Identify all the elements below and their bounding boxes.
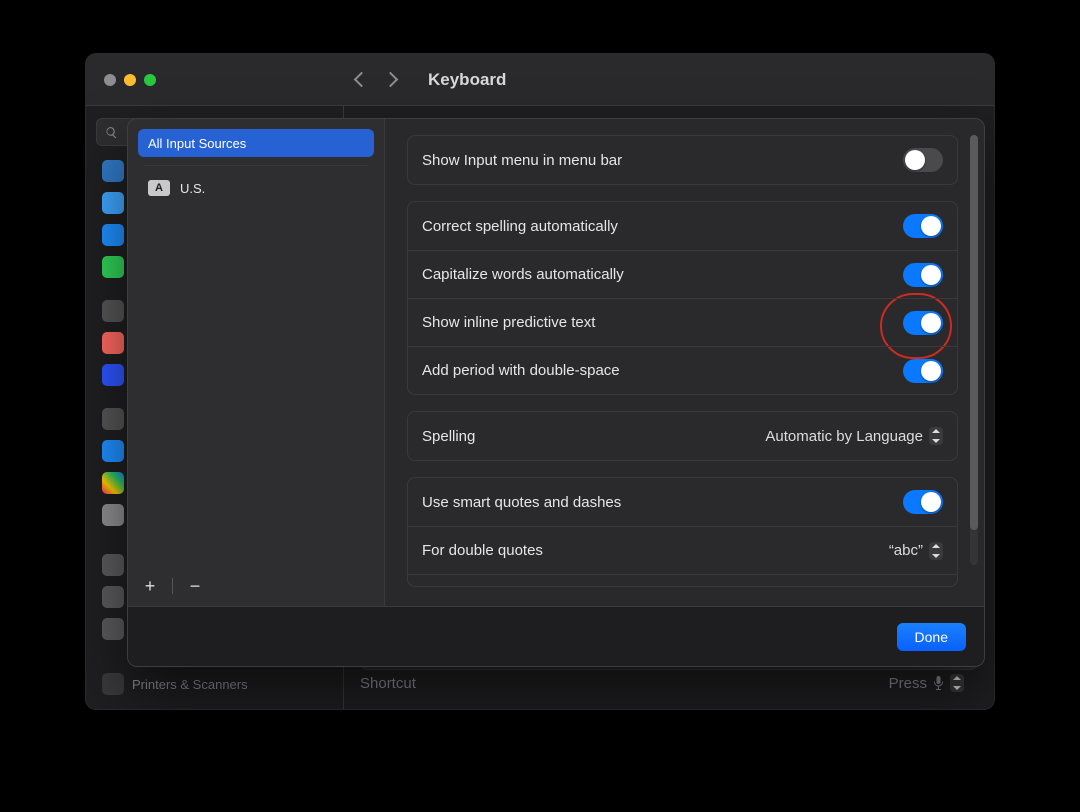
sidebar-icon [102,504,124,526]
sidebar-icon [102,554,124,576]
row-label: Add period with double-space [422,362,620,379]
sidebar-icon [102,192,124,214]
sidebar-item-label: Printers & Scanners [132,677,248,692]
microphone-icon [933,676,944,690]
source-add-remove: + − [138,574,207,598]
stepper-icon [929,427,943,445]
titlebar: Keyboard [86,54,994,106]
settings-group: Show Input menu in menu bar [407,135,958,185]
source-all[interactable]: All Input Sources [138,129,374,157]
page-title: Keyboard [428,70,506,90]
sidebar-icon [102,332,124,354]
toggle-double-space-period[interactable] [903,359,943,383]
divider [144,165,368,166]
row-label: Show inline predictive text [422,314,595,331]
sidebar-icon [102,586,124,608]
row-label: Correct spelling automatically [422,218,618,235]
close-icon[interactable] [104,74,116,86]
row-label: For double quotes [422,542,543,559]
forward-icon[interactable] [383,72,399,88]
search-icon [105,126,118,139]
toggle-smart-quotes[interactable] [903,490,943,514]
maximize-icon[interactable] [144,74,156,86]
source-label: All Input Sources [148,136,246,151]
source-item-us[interactable]: A U.S. [138,174,374,202]
row-cutoff [408,574,957,586]
toggle-correct-spelling[interactable] [903,214,943,238]
done-button[interactable]: Done [897,623,966,651]
row-correct-spelling: Correct spelling automatically [408,202,957,250]
modal-footer: Done [128,606,984,666]
row-label: Spelling [422,428,475,445]
row-show-input-menu: Show Input menu in menu bar [408,136,957,184]
stepper-icon [950,674,964,692]
row-double-space-period: Add period with double-space [408,346,957,394]
sidebar-icon [102,364,124,386]
row-capitalize-words: Capitalize words automatically [408,250,957,298]
sidebar-item-printers[interactable]: Printers & Scanners [94,669,335,699]
back-icon[interactable] [354,72,370,88]
input-sources-modal: All Input Sources A U.S. + − Show Input … [127,118,985,667]
sidebar-icon [102,160,124,182]
keyboard-layout-icon: A [148,180,170,196]
add-source-button[interactable]: + [138,574,162,598]
nav-buttons: Keyboard [344,70,506,90]
remove-source-button[interactable]: − [183,574,207,598]
divider [172,578,173,594]
settings-group: Use smart quotes and dashes For double q… [407,477,958,587]
toggle-show-input-menu[interactable] [903,148,943,172]
sidebar-icon [102,440,124,462]
input-sources-settings: Show Input menu in menu bar Correct spel… [385,119,984,606]
sidebar-icon [102,224,124,246]
select-double-quotes[interactable]: “abc” [889,542,943,560]
row-label: Use smart quotes and dashes [422,494,621,511]
settings-group: Correct spelling automatically Capitaliz… [407,201,958,395]
sidebar-icon [102,256,124,278]
select-spelling[interactable]: Automatic by Language [765,427,943,445]
stepper-icon [929,542,943,560]
source-label: U.S. [180,181,205,196]
window-controls [86,74,344,86]
shortcut-label: Shortcut [360,675,416,692]
row-double-quotes: For double quotes “abc” [408,526,957,574]
row-label: Capitalize words automatically [422,266,624,283]
row-smart-quotes: Use smart quotes and dashes [408,478,957,526]
printer-icon [102,673,124,695]
input-sources-sidebar: All Input Sources A U.S. + − [128,119,385,606]
row-inline-predictive: Show inline predictive text [408,298,957,346]
sidebar-icon [102,472,124,494]
shortcut-value[interactable]: Press [889,674,964,692]
sidebar-icon [102,408,124,430]
sidebar-icon [102,618,124,640]
toggle-capitalize-words[interactable] [903,263,943,287]
settings-group: Spelling Automatic by Language [407,411,958,461]
row-spelling: Spelling Automatic by Language [408,412,957,460]
minimize-icon[interactable] [124,74,136,86]
row-label: Show Input menu in menu bar [422,152,622,169]
toggle-inline-predictive[interactable] [903,311,943,335]
scrollbar-thumb[interactable] [970,135,978,530]
lock-icon [102,300,124,322]
